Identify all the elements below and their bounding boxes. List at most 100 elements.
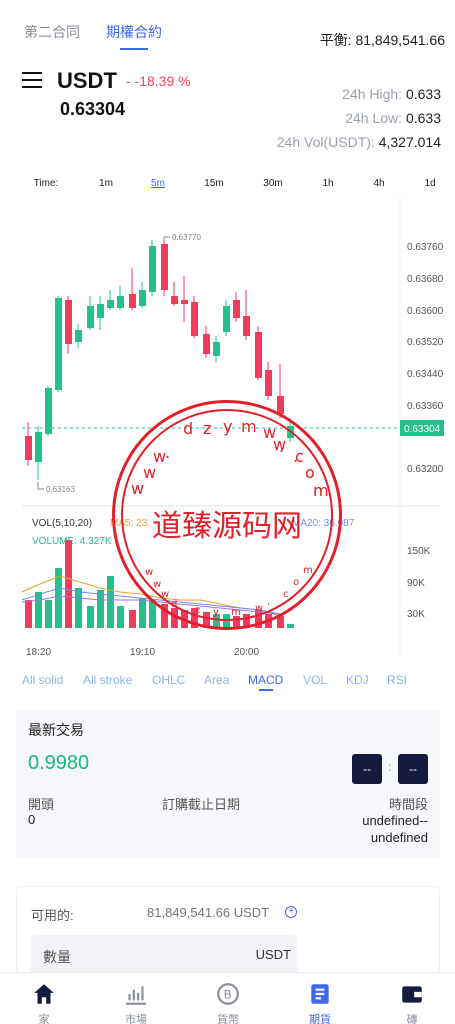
timeframe-label: Time: bbox=[33, 178, 59, 189]
y-tick: 0.63200 bbox=[407, 464, 444, 475]
latest-trade-title: 最新交易 bbox=[28, 722, 84, 738]
vol-tick: 150K bbox=[407, 546, 431, 557]
watermark-char: w bbox=[131, 479, 145, 498]
svg-text:B: B bbox=[224, 987, 232, 1001]
watermark-char: z bbox=[195, 605, 201, 616]
indicator-macd[interactable]: MACD bbox=[248, 673, 283, 687]
nav-market[interactable]: 市場 bbox=[106, 981, 166, 1024]
indicator-all-solid[interactable]: All solid bbox=[22, 673, 63, 687]
available-value: 81,849,541.66 USDT bbox=[147, 905, 270, 920]
balance-text: 平衡: 81,849,541.66 bbox=[319, 32, 445, 48]
watermark-char: w bbox=[161, 589, 170, 600]
deadline-label: 訂購截止日期 bbox=[162, 797, 241, 812]
x-tick: 20:00 bbox=[234, 647, 259, 658]
vol-tick: 30K bbox=[407, 609, 425, 620]
tab-second-contract[interactable]: 第二合同 bbox=[24, 22, 80, 42]
watermark-stamp: 道臻源码网 d z y m w w . . c o m w w w . w w … bbox=[112, 400, 342, 630]
indicator-ohlc[interactable]: OHLC bbox=[152, 673, 185, 687]
period-value-line-1: undefined-- bbox=[362, 813, 428, 828]
current-price-tag: 0.63304 bbox=[404, 424, 441, 435]
y-tick: 0.63600 bbox=[407, 306, 444, 317]
countdown-box-2: -- bbox=[398, 754, 428, 784]
home-icon bbox=[34, 984, 54, 1004]
y-tick: 0.63360 bbox=[407, 401, 444, 412]
wallet-icon bbox=[402, 986, 422, 1003]
nav-home-label: 家 bbox=[38, 1014, 50, 1024]
x-tick: 19:10 bbox=[130, 647, 155, 658]
period-value: undefined-- undefined bbox=[362, 812, 428, 846]
latest-trade-price: 0.9980 bbox=[28, 752, 90, 774]
bitcoin-icon: B bbox=[217, 983, 239, 1005]
watermark-char: w bbox=[143, 463, 157, 482]
watermark-char: . bbox=[267, 597, 271, 608]
nav-currency[interactable]: B 貨幣 bbox=[198, 981, 258, 1024]
indicator-area[interactable]: Area bbox=[204, 673, 229, 687]
high-label: 24h High: bbox=[342, 86, 403, 102]
quantity-input[interactable]: 數量 USDT bbox=[31, 935, 297, 975]
watermark-char: m bbox=[231, 607, 241, 618]
quantity-unit: USDT bbox=[255, 947, 291, 962]
nav-futures[interactable]: 期貨 bbox=[290, 981, 350, 1024]
min-price-label: 0.63163 bbox=[46, 485, 75, 494]
indicator-all-stroke[interactable]: All stroke bbox=[83, 673, 132, 687]
watermark-char: c bbox=[295, 447, 304, 466]
timeframe-1m[interactable]: 1m bbox=[99, 178, 113, 189]
watermark-char: d bbox=[183, 419, 194, 438]
y-tick: 0.63440 bbox=[407, 369, 444, 380]
watermark-char: w bbox=[255, 603, 264, 614]
last-price: 0.63304 bbox=[60, 99, 126, 119]
countdown-box-1: -- bbox=[352, 754, 382, 784]
order-form: 可用的: 81,849,541.66 USDT + 數量 USDT bbox=[16, 886, 440, 986]
period-value-line-2: undefined bbox=[370, 830, 428, 845]
vol-tick: 90K bbox=[407, 578, 425, 589]
y-tick: 0.63520 bbox=[407, 337, 444, 348]
countdown-colon: : bbox=[388, 760, 392, 774]
low-value: 0.633 bbox=[405, 110, 441, 126]
y-tick: 0.63760 bbox=[407, 242, 444, 253]
watermark-char: o bbox=[293, 577, 300, 588]
menu-icon[interactable] bbox=[22, 72, 42, 88]
high-value: 0.633 bbox=[405, 86, 441, 102]
nav-wallet[interactable]: 磚 bbox=[382, 981, 442, 1024]
timeframe-5m[interactable]: 5m bbox=[151, 178, 165, 189]
volume-label: 24h Vol(USDT): bbox=[276, 134, 375, 150]
price-change: - -18.39 % bbox=[126, 73, 191, 89]
timeframe-4h[interactable]: 4h bbox=[373, 178, 384, 189]
active-indicator-underline bbox=[259, 689, 273, 691]
volume-value: 4,327.014 bbox=[378, 134, 441, 150]
watermark-char: o bbox=[305, 463, 315, 482]
watermark-char: y bbox=[213, 607, 219, 618]
nav-futures-label: 期貨 bbox=[309, 1014, 331, 1024]
indicator-kdj[interactable]: KDJ bbox=[346, 673, 369, 687]
watermark-text: 道臻源码网 bbox=[152, 509, 302, 544]
timeframe-15m[interactable]: 15m bbox=[204, 178, 223, 189]
watermark-char: m bbox=[313, 481, 329, 500]
watermark-char: m bbox=[303, 565, 313, 576]
timeframe-1h[interactable]: 1h bbox=[322, 178, 333, 189]
symbol-name[interactable]: USDT bbox=[57, 68, 117, 94]
available-label: 可用的: bbox=[31, 908, 74, 923]
tab-options-contract[interactable]: 期權合約 bbox=[106, 22, 162, 50]
x-tick: 18:20 bbox=[26, 647, 51, 658]
watermark-char: d bbox=[171, 599, 178, 610]
indicator-vol[interactable]: VOL bbox=[303, 673, 327, 687]
y-tick: 0.63680 bbox=[407, 274, 444, 285]
timeframe-30m[interactable]: 30m bbox=[263, 178, 282, 189]
market-chart-icon bbox=[126, 986, 146, 1005]
watermark-char: . bbox=[279, 437, 285, 456]
watermark-char: c bbox=[283, 589, 289, 600]
vol-header: VOL(5,10,20) bbox=[32, 518, 92, 529]
market-stats: 24h High: 0.633 24h Low: 0.633 24h Vol(U… bbox=[277, 82, 441, 154]
indicator-rsi[interactable]: RSI bbox=[387, 673, 407, 687]
watermark-char: . bbox=[165, 443, 171, 462]
nav-home[interactable]: 家 bbox=[14, 981, 74, 1024]
latest-trade-card: 最新交易 0.9980 -- : -- 開頭 0 訂購截止日期 時間段 unde… bbox=[16, 710, 440, 858]
timeframe-1d[interactable]: 1d bbox=[424, 178, 435, 189]
contract-tabs: 第二合同 期權合約 bbox=[24, 22, 162, 50]
watermark-char: m bbox=[241, 417, 257, 436]
open-label: 開頭 bbox=[28, 797, 55, 812]
max-price-label: 0.63770 bbox=[172, 233, 201, 242]
add-funds-icon[interactable]: + bbox=[285, 906, 297, 918]
futures-book-icon bbox=[311, 984, 329, 1004]
nav-wallet-label: 磚 bbox=[406, 1014, 418, 1024]
